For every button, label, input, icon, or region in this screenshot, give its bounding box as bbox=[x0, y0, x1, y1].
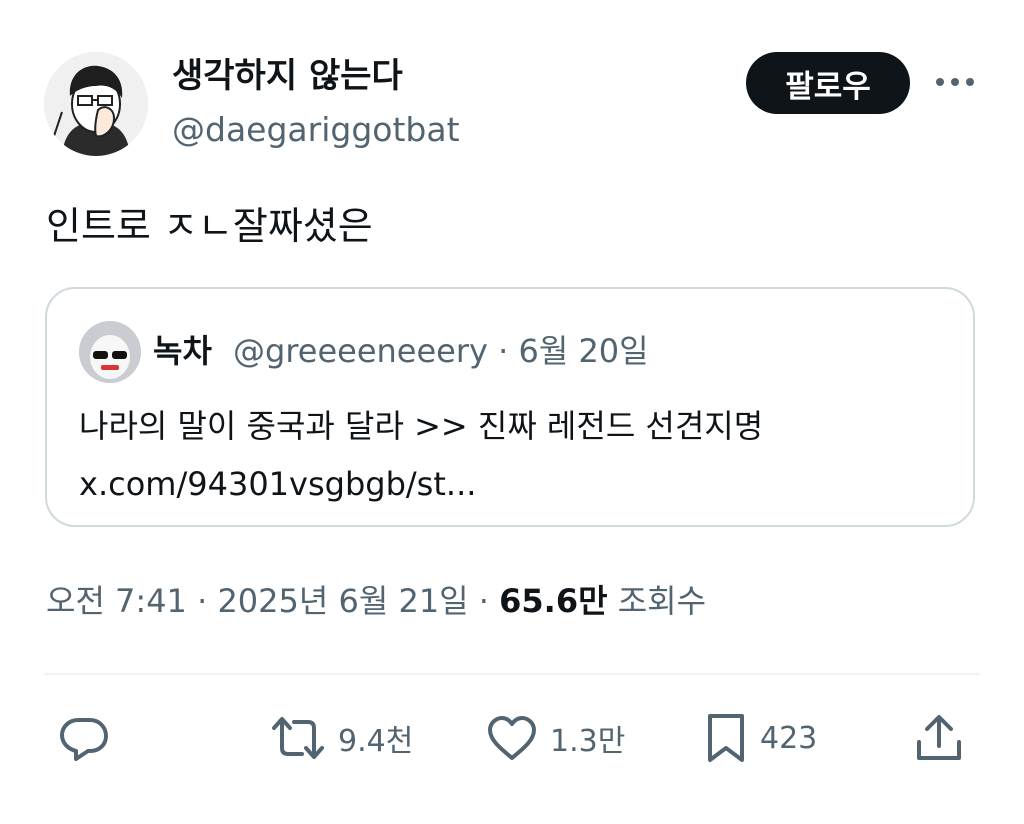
quoted-text-line: 나라의 말이 중국과 달라 >> 진짜 레전드 선견지명 bbox=[79, 407, 764, 445]
retweet-button[interactable]: 9.4천 bbox=[270, 708, 413, 768]
reply-icon bbox=[60, 718, 108, 761]
quoted-author-avatar[interactable] bbox=[79, 321, 141, 383]
share-icon bbox=[917, 715, 961, 760]
divider bbox=[44, 673, 980, 675]
tweet-time[interactable]: 오전 7:41 bbox=[46, 582, 187, 620]
views-label: 조회수 bbox=[617, 582, 707, 620]
quoted-author-handle[interactable]: @greeeeneeery bbox=[233, 332, 488, 370]
follow-button[interactable]: 팔로우 bbox=[746, 52, 910, 114]
more-horizontal-icon[interactable] bbox=[932, 62, 978, 102]
author-display-name[interactable]: 생각하지 않는다 bbox=[172, 54, 403, 98]
bookmark-icon bbox=[708, 714, 744, 762]
tweet-text: 인트로 ㅈㄴ잘짜셨은 bbox=[46, 204, 373, 248]
quoted-author-name[interactable]: 녹차 bbox=[153, 329, 212, 373]
quoted-avatar-illustration bbox=[79, 321, 141, 383]
tweet-meta: 오전 7:41 · 2025년 6월 21일 · 65.6만 조회수 bbox=[46, 578, 706, 624]
meta-separator: · bbox=[478, 582, 489, 620]
retweet-count: 9.4천 bbox=[338, 724, 414, 759]
views-count: 65.6만 bbox=[499, 582, 608, 620]
quoted-tweet-date[interactable]: · 6월 20일 bbox=[498, 332, 648, 370]
share-button[interactable] bbox=[914, 708, 964, 768]
quoted-text-link[interactable]: x.com/94301vsgbgb/st... bbox=[79, 455, 959, 513]
bookmark-count: 423 bbox=[760, 720, 818, 756]
quoted-author-handle-and-date: @greeeeneeery · 6월 20일 bbox=[233, 329, 649, 373]
reply-button[interactable] bbox=[58, 708, 110, 768]
heart-icon bbox=[488, 716, 536, 760]
quoted-tweet-card[interactable]: 녹차 @greeeeneeery · 6월 20일 나라의 말이 중국과 달라 … bbox=[45, 287, 975, 527]
meta-separator: · bbox=[197, 582, 208, 620]
bookmark-button[interactable]: 423 bbox=[704, 708, 817, 768]
author-handle[interactable]: @daegariggotbat bbox=[172, 108, 460, 152]
like-count: 1.3만 bbox=[550, 724, 626, 759]
author-avatar[interactable] bbox=[44, 52, 148, 156]
retweet-icon bbox=[272, 717, 324, 759]
quoted-tweet-text: 나라의 말이 중국과 달라 >> 진짜 레전드 선견지명 x.com/94301… bbox=[79, 397, 959, 513]
tweet-date[interactable]: 2025년 6월 21일 bbox=[217, 582, 468, 620]
like-button[interactable]: 1.3만 bbox=[486, 708, 625, 768]
avatar-illustration bbox=[44, 52, 148, 156]
